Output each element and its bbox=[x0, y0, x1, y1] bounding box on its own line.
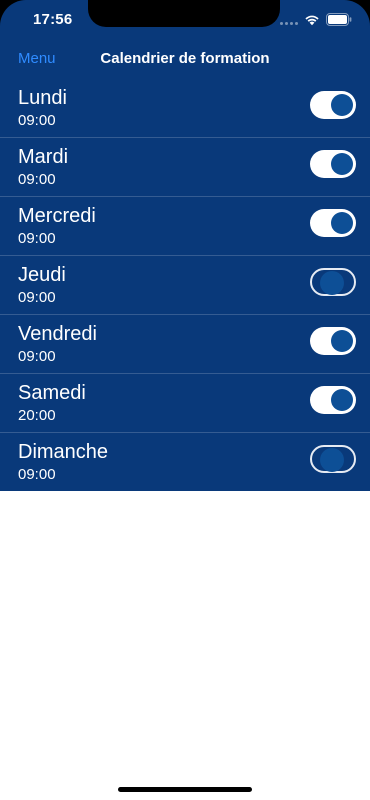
day-label: Lundi bbox=[18, 87, 67, 109]
toggle-knob bbox=[331, 389, 353, 411]
day-label: Jeudi bbox=[18, 264, 66, 286]
list-item: Lundi 09:00 bbox=[0, 79, 370, 137]
header-area: 17:56 Menu Calendrier de formation bbox=[0, 0, 370, 83]
toggle-knob bbox=[331, 212, 353, 234]
status-bar: 17:56 bbox=[0, 0, 370, 38]
time-label: 09:00 bbox=[18, 289, 56, 306]
toggle-knob bbox=[331, 153, 353, 175]
time-label: 09:00 bbox=[18, 230, 56, 247]
toggle-knob bbox=[320, 448, 344, 472]
day-label: Vendredi bbox=[18, 323, 97, 345]
time-label: 09:00 bbox=[18, 171, 56, 188]
day-toggle[interactable] bbox=[310, 268, 356, 296]
navigation-bar: Menu Calendrier de formation bbox=[0, 44, 370, 76]
time-label: 09:00 bbox=[18, 112, 56, 129]
status-time: 17:56 bbox=[33, 11, 73, 28]
day-toggle[interactable] bbox=[310, 150, 356, 178]
battery-icon bbox=[326, 13, 352, 26]
list-item: Mercredi 09:00 bbox=[0, 196, 370, 255]
day-toggle[interactable] bbox=[310, 386, 356, 414]
page-title: Calendrier de formation bbox=[100, 50, 270, 67]
day-label: Mercredi bbox=[18, 205, 96, 227]
list-item: Jeudi 09:00 bbox=[0, 255, 370, 314]
time-label: 09:00 bbox=[18, 348, 56, 365]
list-item: Vendredi 09:00 bbox=[0, 314, 370, 373]
list-item: Dimanche 09:00 bbox=[0, 432, 370, 491]
toggle-knob bbox=[331, 330, 353, 352]
toggle-knob bbox=[331, 94, 353, 116]
day-toggle[interactable] bbox=[310, 445, 356, 473]
day-label: Samedi bbox=[18, 382, 86, 404]
training-schedule-list: Lundi 09:00 Mardi 09:00 Mercredi 09:00 J… bbox=[0, 79, 370, 491]
day-toggle[interactable] bbox=[310, 327, 356, 355]
home-indicator[interactable] bbox=[118, 787, 252, 792]
day-label: Mardi bbox=[18, 146, 69, 168]
status-icons bbox=[280, 13, 352, 26]
list-item: Mardi 09:00 bbox=[0, 137, 370, 196]
time-label: 20:00 bbox=[18, 407, 56, 424]
list-item: Samedi 20:00 bbox=[0, 373, 370, 432]
signal-icon bbox=[280, 15, 298, 25]
day-toggle[interactable] bbox=[310, 209, 356, 237]
time-label: 09:00 bbox=[18, 466, 56, 483]
toggle-knob bbox=[320, 271, 344, 295]
day-label: Dimanche bbox=[18, 441, 109, 463]
day-toggle[interactable] bbox=[310, 91, 356, 119]
device-notch bbox=[88, 0, 280, 27]
wifi-icon bbox=[304, 14, 320, 26]
